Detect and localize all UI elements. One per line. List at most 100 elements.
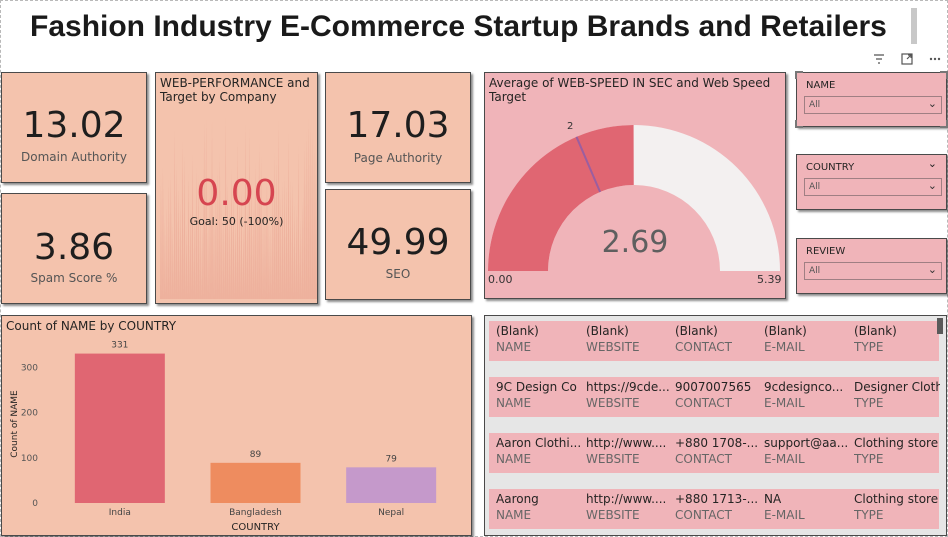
chevron-down-icon[interactable]: ⌄: [928, 157, 937, 170]
table-row[interactable]: Aarong NAME http://www.... WEBSITE +880 1713…: [489, 489, 939, 529]
y-tick-label: 100: [21, 454, 38, 464]
focus-mode-icon[interactable]: [900, 52, 914, 70]
chevron-down-icon: ⌄: [927, 263, 937, 276]
name-slicer[interactable]: NAME All ⌄: [795, 71, 948, 128]
cell-label-type: TYPE: [854, 340, 884, 354]
country-slicer-label: COUNTRY: [806, 162, 855, 173]
x-tick-label: India: [109, 508, 131, 518]
gauge-min-label: 0.00: [488, 273, 513, 286]
cell-label-contact: CONTACT: [675, 396, 732, 410]
domain-authority-card[interactable]: 13.02 Domain Authority: [1, 72, 147, 183]
y-tick-label: 300: [21, 364, 38, 374]
name-slicer-dropdown[interactable]: All ⌄: [804, 96, 942, 114]
cell-label-type: TYPE: [854, 452, 884, 466]
page-authority-card[interactable]: 17.03 Page Authority: [325, 72, 471, 183]
y-axis-title: Count of NAME: [10, 390, 20, 458]
cell-e-mail: support@aa...: [764, 436, 849, 450]
cell-contact: (Blank): [675, 324, 718, 338]
company-details-table[interactable]: (Blank) NAME (Blank) WEBSITE (Blank) CONTACT (…: [484, 315, 947, 536]
bar-bangladesh: [210, 462, 301, 503]
cell-label-website: WEBSITE: [586, 340, 640, 354]
count-by-country-chart-card[interactable]: Count of NAME by COUNTRY 0 100 200 300 331 In…: [1, 315, 472, 536]
spam-score-card[interactable]: 3.86 Spam Score %: [1, 193, 147, 304]
trend-spike: [242, 223, 245, 299]
cell-type: (Blank): [854, 324, 897, 338]
data-label: 79: [385, 454, 397, 464]
data-label: 89: [250, 450, 262, 460]
cell-label-name: NAME: [496, 452, 532, 466]
country-slicer-dropdown[interactable]: All ⌄: [804, 178, 942, 196]
web-speed-gauge: [488, 125, 780, 271]
filter-icon[interactable]: [872, 52, 886, 70]
country-slicer[interactable]: COUNTRY ⌄ All ⌄: [796, 154, 947, 210]
resize-handle[interactable]: [940, 120, 948, 128]
table-row[interactable]: (Blank) NAME (Blank) WEBSITE (Blank) CONTACT (…: [489, 321, 939, 361]
cell-label-name: NAME: [496, 396, 532, 410]
trend-spike: [262, 216, 265, 299]
review-slicer-value: All: [809, 266, 821, 276]
table-row[interactable]: 9C Design Co NAME https://9cde... WEBSITE 90…: [489, 377, 940, 417]
cell-label-e-mail: E-MAIL: [764, 508, 805, 522]
resize-handle[interactable]: [795, 120, 803, 128]
domain-authority-value: 13.02: [22, 105, 126, 146]
cell-name: Aarong: [496, 492, 539, 506]
trend-spike: [207, 218, 210, 299]
table-scrollbar[interactable]: [937, 318, 943, 334]
cell-label-name: NAME: [496, 340, 532, 354]
text-cursor: [911, 8, 917, 44]
y-tick-label: 0: [32, 499, 38, 509]
gauge-target-label: 2: [567, 121, 574, 132]
cell-label-e-mail: E-MAIL: [764, 452, 805, 466]
bar-india: [74, 353, 165, 503]
spam-score-label: Spam Score %: [30, 271, 118, 285]
name-slicer-value: All: [809, 100, 821, 110]
web-performance-card[interactable]: WEB-PERFORMANCE and Target by Company 0.…: [155, 72, 318, 304]
cell-label-type: TYPE: [854, 508, 884, 522]
gauge-max-label: 5.39: [757, 273, 782, 286]
cell-name: 9C Design Co: [496, 380, 577, 394]
domain-authority-label: Domain Authority: [21, 150, 127, 164]
spam-score-value: 3.86: [33, 227, 115, 268]
cell-label-contact: CONTACT: [675, 340, 732, 354]
data-label: 331: [111, 341, 128, 351]
web-speed-gauge-card[interactable]: Average of WEB-SPEED IN SEC and Web Spee…: [484, 72, 786, 299]
report-title: Fashion Industry E-Commerce Startup Bran…: [30, 10, 887, 43]
cell-type: Designer Clothi...: [854, 380, 940, 394]
cell-label-website: WEBSITE: [586, 452, 640, 466]
trend-spike: [299, 216, 302, 299]
cell-e-mail: NA: [764, 492, 782, 506]
gauge-value: 2.69: [601, 225, 669, 260]
cell-label-contact: CONTACT: [675, 508, 732, 522]
y-tick-label: 200: [21, 409, 38, 419]
cell-label-type: TYPE: [854, 396, 884, 410]
cell-website: http://www....: [586, 436, 667, 450]
web-performance-title: WEB-PERFORMANCE and Target by Company: [160, 76, 310, 104]
cell-label-contact: CONTACT: [675, 452, 732, 466]
x-axis-title: COUNTRY: [231, 522, 280, 533]
more-options-icon[interactable]: [928, 52, 942, 70]
chevron-down-icon: ⌄: [927, 179, 937, 192]
review-slicer-label: REVIEW: [806, 246, 846, 257]
cell-name: (Blank): [496, 324, 539, 338]
trend-spike: [171, 223, 174, 299]
cell-label-name: NAME: [496, 508, 532, 522]
review-slicer-dropdown[interactable]: All ⌄: [804, 262, 942, 280]
count-by-country-chart: 0 100 200 300 331 India 89 Bangladesh 79 Nepal COU…: [10, 341, 437, 533]
seo-card[interactable]: 49.99 SEO: [325, 189, 471, 300]
trend-spike: [267, 221, 270, 299]
resize-handle[interactable]: [795, 71, 803, 79]
cell-label-e-mail: E-MAIL: [764, 396, 805, 410]
cell-website: https://9cde...: [586, 380, 670, 394]
x-tick-label: Nepal: [378, 508, 404, 518]
review-slicer[interactable]: REVIEW All ⌄: [796, 238, 947, 294]
trend-spike: [201, 226, 204, 299]
resize-handle[interactable]: [940, 71, 948, 79]
page-authority-label: Page Authority: [353, 151, 443, 165]
cell-label-website: WEBSITE: [586, 396, 640, 410]
cell-contact: 9007007565: [675, 380, 752, 394]
table-row[interactable]: Aaron Clothi... NAME http://www.... WEBSITE…: [489, 433, 939, 473]
cell-contact: +880 1708-...: [675, 436, 759, 450]
trend-spike: [163, 218, 166, 299]
web-performance-value: 0.00: [196, 173, 277, 214]
name-slicer-label: NAME: [806, 80, 836, 91]
